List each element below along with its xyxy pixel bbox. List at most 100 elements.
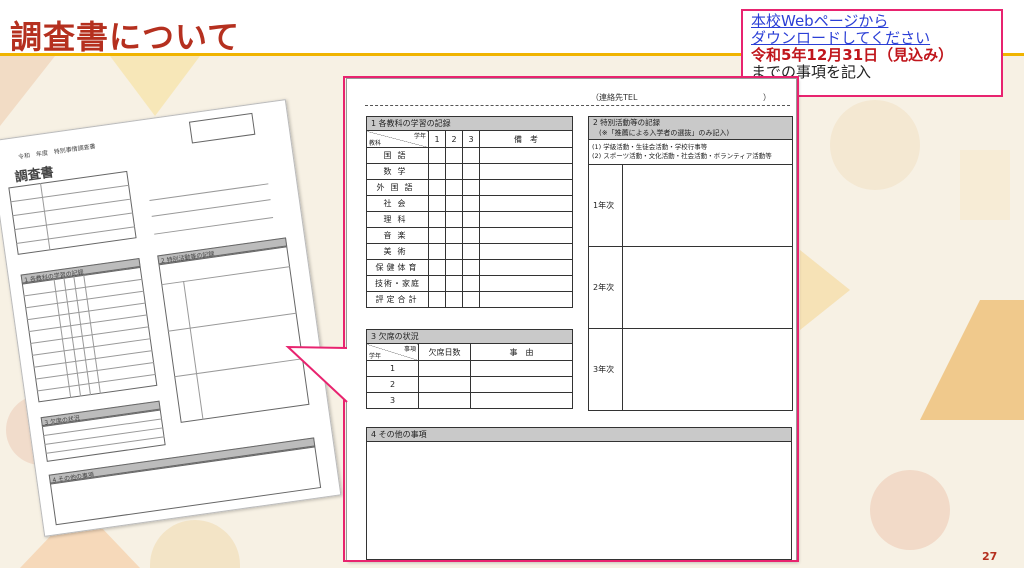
grade-cell [462,163,480,180]
grade-cell [462,211,480,228]
table-row: 2 [366,376,573,393]
thumb-rule [151,199,271,217]
grade-cell [462,227,480,244]
year-label-cell: 1年次 [588,164,623,247]
sec1-corner-top: 学年 [413,133,426,140]
table-row: 数学 [366,163,573,180]
slide: 調査書について 令和 年度 特別事情調査書 調査書 1 各教科の学習の記録 2 … [0,0,1024,578]
grade-cell [428,163,446,180]
grade-cell [428,211,446,228]
grade-cell [428,195,446,212]
contact-tel-close: ） [763,93,771,102]
sec2-item-1: (1) 学級活動・生徒会活動・学校行事等 [592,143,708,151]
subject-cell: 国語 [366,147,429,164]
sec1-corner-cell: 学年 教科 [366,130,429,148]
table-row: 保健体育 [366,259,573,276]
sec1-corner-bottom: 教科 [369,140,382,147]
form-thumbnail: 令和 年度 特別事情調査書 調査書 1 各教科の学習の記録 2 特別活動等の記録 [0,99,342,537]
sec1-table: 1 各教科の学習の記録 学年 教科 1 2 3 備 考 国語 数学 外国語 社会… [366,116,573,308]
activity-cell [622,328,793,411]
grade-cell [462,243,480,260]
grade-cell [462,147,480,164]
table-row: 評定合計 [366,291,573,308]
thumb-sec2-table [158,246,310,423]
table-row: 社会 [366,195,573,212]
remarks-cell [479,163,573,180]
subject-cell: 社会 [366,195,429,212]
sec1-year-header: 3 [462,130,480,148]
page-number: 27 [982,550,998,563]
absence-reason-cell [470,392,573,409]
remarks-cell [479,275,573,292]
callout-link-line2[interactable]: ダウンロードしてください [751,30,993,47]
bg-shape [870,470,950,550]
table-row: 2年次 [588,246,793,329]
sec2-table: 2 特別活動等の記録 (※「推薦による入学者の選抜」のみ記入) (1) 学級活動… [588,116,793,411]
contact-tel-label: （連絡先TEL [591,93,638,102]
sec3-corner-bottom: 学年 [369,353,382,360]
table-row: 1年次 [588,164,793,247]
subject-cell: 数学 [366,163,429,180]
thumb-photo-box [188,112,256,144]
subject-cell: 音楽 [366,227,429,244]
sec3-year-cell: 1 [366,360,419,377]
subject-cell: 保健体育 [366,259,429,276]
grade-cell [445,163,463,180]
form-zoomed: （連絡先TEL ） 1 各教科の学習の記録 学年 教科 1 2 3 備 考 国語… [346,78,797,561]
sec3-reason-header: 事 由 [470,343,573,361]
sec2-header: 2 特別活動等の記録 (※「推薦による入学者の選抜」のみ記入) [588,116,793,140]
subject-cell: 評定合計 [366,291,429,308]
absence-reason-cell [470,360,573,377]
grade-cell [428,179,446,196]
bg-shape [0,56,55,126]
footer-bar [0,568,1024,578]
grade-cell [428,243,446,260]
table-row: 美術 [366,243,573,260]
activity-cell [622,246,793,329]
remarks-cell [479,259,573,276]
grade-cell [445,179,463,196]
absence-days-cell [418,376,471,393]
sec3-table: 3 欠席の状況 事項 学年 欠席日数 事 由 1 2 3 [366,329,573,409]
thumb-rule [149,183,269,202]
grade-cell [462,275,480,292]
grade-cell [462,195,480,212]
remarks-cell [479,179,573,196]
sec3-title: 3 欠席の状況 [366,329,573,344]
grade-cell [428,147,446,164]
grade-cell [428,291,446,308]
sec2-item-2: (2) スポーツ活動・文化活動・社会活動・ボランティア活動等 [592,152,772,160]
sec1-year-header: 2 [445,130,463,148]
remarks-cell [479,195,573,212]
sec4-title: 4 その他の事項 [366,427,792,442]
grade-cell [428,275,446,292]
cut-line [365,105,790,106]
grade-cell [445,243,463,260]
year-label-cell: 3年次 [588,328,623,411]
absence-days-cell [418,392,471,409]
absence-reason-cell [470,376,573,393]
bg-shape [150,520,240,568]
absence-days-cell [418,360,471,377]
activity-cell [622,164,793,247]
thumb-header: 令和 年度 特別事情調査書 [17,143,96,161]
callout-link-line1[interactable]: 本校Webページから [751,13,993,30]
bg-shape [960,150,1010,220]
sec3-year-cell: 2 [366,376,419,393]
table-row: 技術・家庭 [366,275,573,292]
sec3-days-header: 欠席日数 [418,343,471,361]
sec4-body [366,441,792,560]
remarks-cell [479,211,573,228]
grade-cell [428,227,446,244]
sec2-title: 2 特別活動等の記録 [593,118,661,127]
grade-cell [445,275,463,292]
subject-cell: 外国語 [366,179,429,196]
grade-cell [445,227,463,244]
remarks-cell [479,291,573,308]
remarks-cell [479,227,573,244]
grade-cell [462,259,480,276]
table-row: 3年次 [588,328,793,411]
table-row: 理科 [366,211,573,228]
subject-cell: 美術 [366,243,429,260]
table-row: 1 [366,360,573,377]
